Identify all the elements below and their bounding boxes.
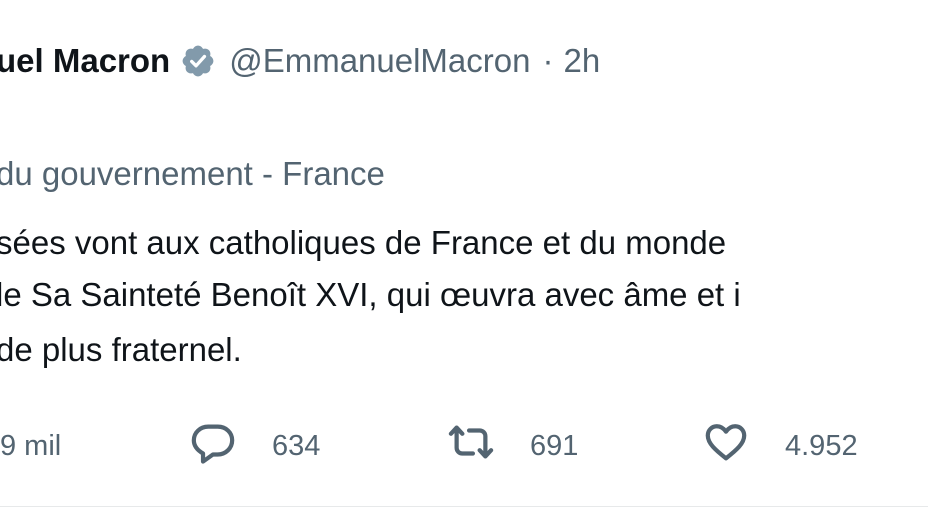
reply-icon bbox=[190, 419, 236, 473]
heart-icon bbox=[703, 419, 749, 473]
views-count: 9 mil bbox=[0, 429, 62, 462]
divider bbox=[0, 506, 928, 507]
like-button[interactable]: 4.952 bbox=[703, 422, 858, 470]
tweet-actions: 9 mil 634 691 4.952 bbox=[0, 422, 928, 470]
tweet-text-line: de plus fraternel. bbox=[0, 331, 242, 368]
tweet-text-line: le Sa Sainteté Benoît XVI, qui œuvra ave… bbox=[0, 276, 741, 313]
reply-button[interactable]: 634 bbox=[190, 422, 320, 470]
tweet-timestamp[interactable]: 2h bbox=[563, 42, 600, 80]
separator-dot: · bbox=[542, 42, 554, 79]
views-button[interactable]: 9 mil bbox=[0, 422, 61, 470]
author-name[interactable]: uel Macron bbox=[0, 42, 170, 80]
retweet-count: 691 bbox=[530, 429, 579, 462]
like-count: 4.952 bbox=[785, 429, 858, 462]
verified-badge-icon bbox=[180, 43, 216, 79]
author-handle[interactable]: @EmmanuelMacron bbox=[229, 42, 530, 80]
retweet-icon bbox=[448, 419, 494, 473]
account-label: du gouvernement - France bbox=[0, 155, 385, 192]
tweet-header: uel Macron @EmmanuelMacron · 2h bbox=[0, 38, 600, 84]
reply-count: 634 bbox=[272, 429, 321, 462]
retweet-button[interactable]: 691 bbox=[448, 422, 578, 470]
tweet-text-line: sées vont aux catholiques de France et d… bbox=[0, 224, 727, 261]
